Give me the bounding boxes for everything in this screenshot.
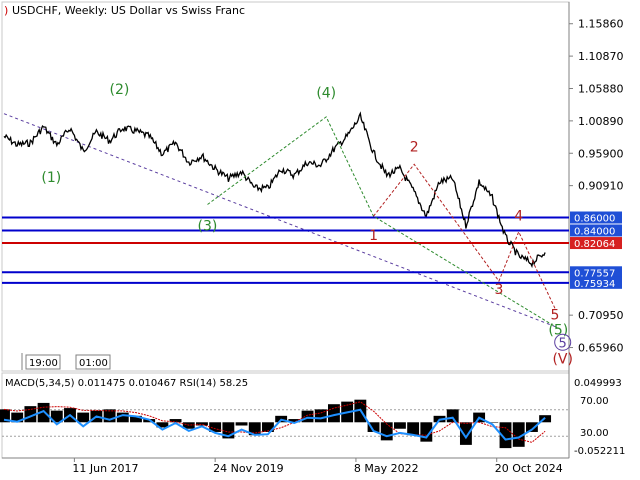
x-tick-label: 8 May 2022: [354, 462, 419, 475]
price-level-tag-label: 0.75934: [574, 279, 615, 290]
ind-axis-label-top: 0.049993: [574, 378, 622, 389]
macd-hist-bar: [235, 422, 248, 426]
wave-label-red: 4: [514, 209, 523, 225]
macd-hist-bar: [301, 410, 314, 423]
y-tick-label: 1.15860: [578, 18, 624, 31]
wave-label-red: 1: [369, 228, 378, 244]
macd-hist-bar: [77, 412, 90, 423]
macd-hist-bar: [407, 422, 420, 436]
wave-label-green: (1): [41, 170, 61, 186]
macd-hist-bar: [459, 422, 472, 445]
y-tick-label: 0.90910: [578, 180, 624, 193]
y-tick-label: 1.10870: [578, 50, 624, 63]
y-tick-label: 1.05880: [578, 82, 624, 95]
time-box-1-label: 19:00: [29, 358, 58, 369]
wave-label-green: (2): [110, 82, 130, 98]
ind-axis-label-70: 70.00: [580, 396, 609, 407]
time-box-2-label: 01:00: [79, 358, 108, 369]
y-tick-label: 0.70950: [578, 309, 624, 322]
price-level-tag-label: 0.84000: [574, 226, 615, 237]
time-box-2: 01:00: [75, 354, 111, 370]
x-tick-label: 11 Jun 2017: [72, 462, 138, 475]
close-marker-icon[interactable]: ): [4, 4, 8, 17]
wave-label-red: 5: [551, 307, 560, 323]
macd-hist-bar: [446, 409, 459, 423]
macd-hist-bar: [380, 422, 393, 441]
indicator-header: MACD(5,34,5) 0.011475 0.010467 RSI(14) 5…: [5, 378, 248, 389]
macd-hist-bar: [393, 422, 406, 429]
wave-label-red: 3: [494, 282, 503, 298]
y-tick-label: 0.65960: [578, 342, 624, 355]
chart-title: USDCHF, Weekly: US Dollar vs Swiss Franc: [12, 4, 245, 17]
wave-label-red: 2: [410, 139, 419, 155]
wave-label-red: (V): [552, 352, 573, 368]
y-tick-label: 1.00890: [578, 115, 624, 128]
price-level-tag-label: 0.86000: [574, 214, 615, 225]
time-box-1: 19:00: [25, 354, 61, 370]
price-level-tag-label: 0.82064: [574, 239, 615, 250]
wave-label-green: (4): [316, 85, 336, 101]
wave-label-purple: 5: [559, 336, 567, 351]
wave-label-green: (3): [198, 218, 218, 234]
x-tick-label: 20 Oct 2024: [495, 462, 563, 475]
y-tick-label: 0.95900: [578, 147, 624, 160]
chart-root[interactable]: (1)(2)(3)(4)(5)12345(V)5 1.158601.108701…: [0, 0, 640, 480]
ind-axis-label-bottom: -0.052211: [574, 446, 625, 457]
x-tick-label: 24 Nov 2019: [213, 462, 283, 475]
chart-background: [0, 0, 640, 480]
ind-axis-label-30: 30.00: [580, 428, 609, 439]
